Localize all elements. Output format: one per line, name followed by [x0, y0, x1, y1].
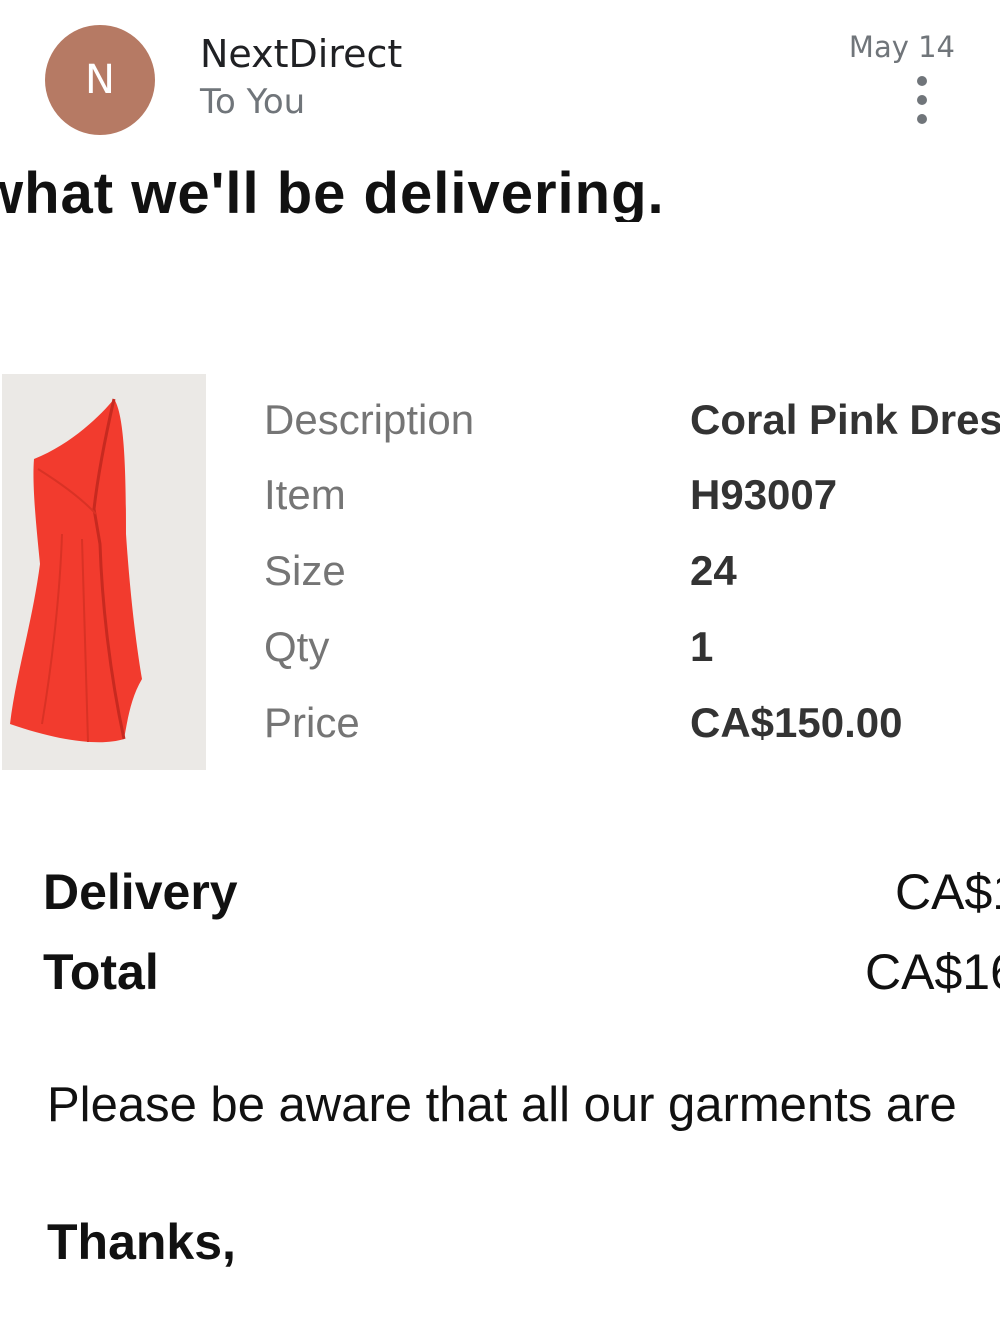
more-dot [917, 76, 927, 86]
sender-avatar[interactable]: N [45, 25, 155, 135]
detail-value-price: CA$150.00 [690, 699, 903, 746]
total-label: Total [43, 944, 159, 1000]
recipient-line[interactable]: To You [200, 82, 305, 122]
more-dot [917, 95, 927, 105]
detail-label-description: Description [264, 396, 475, 443]
coral-pink-dress-image [10, 398, 142, 743]
more-vert-icon[interactable] [906, 76, 938, 124]
sign-off: Thanks, [47, 1214, 236, 1270]
delivery-value: CA$1 [895, 864, 1000, 920]
cutoff-heading: what we'll be delivering. [0, 161, 665, 222]
detail-label-size: Size [264, 547, 346, 594]
delivery-label: Delivery [43, 864, 238, 920]
detail-label-price: Price [264, 699, 360, 746]
garment-notice: Please be aware that all our garments ar… [47, 1078, 957, 1132]
detail-value-item: H93007 [690, 471, 838, 518]
more-dot [917, 114, 927, 124]
detail-value-description: Coral Pink Dres [690, 396, 1000, 443]
sender-name[interactable]: NextDirect [200, 32, 402, 76]
product-image[interactable] [2, 374, 206, 770]
email-date: May 14 [848, 30, 955, 64]
detail-value-size: 24 [690, 547, 737, 594]
detail-value-qty: 1 [690, 623, 714, 670]
detail-label-item: Item [264, 471, 346, 518]
cutoff-heading-region: what we'll be delivering. [0, 150, 1000, 222]
total-value: CA$16 [865, 944, 1000, 1000]
detail-label-qty: Qty [264, 623, 330, 670]
